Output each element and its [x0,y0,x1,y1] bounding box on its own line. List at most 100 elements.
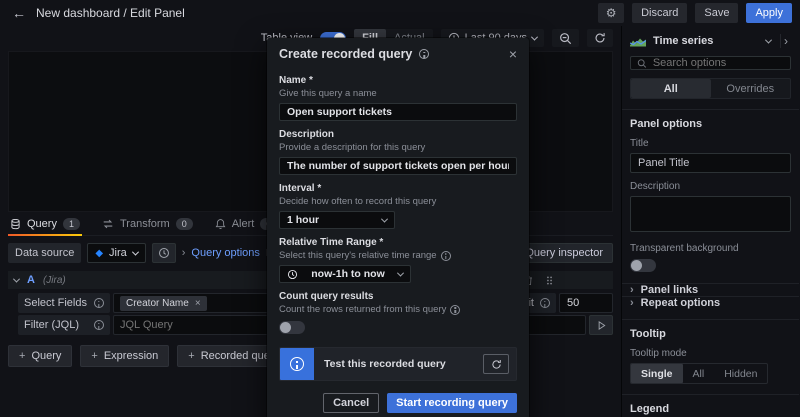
description-input[interactable] [279,157,517,175]
clock-icon [287,269,298,280]
plus-icon: + [91,350,97,362]
chevron-down-icon [765,36,772,43]
range-value: now-1h to now [304,268,392,280]
bell-icon [215,218,226,230]
settings-button[interactable]: ⚙ [598,3,624,23]
info-icon[interactable] [94,298,104,308]
viz-name: Time series [653,35,759,47]
header-actions: ⚙ Discard Save Apply [598,3,792,23]
add-expression-button[interactable]: + Expression [80,345,169,367]
name-input[interactable] [279,103,517,121]
query-history-button[interactable] [152,243,176,263]
datasource-value: Jira [109,247,127,259]
save-button[interactable]: Save [695,3,738,23]
test-refresh-button[interactable] [483,354,509,374]
tooltip-section: Tooltip Tooltip mode Single All Hidden [622,319,799,384]
info-icon[interactable] [94,320,104,330]
tab-query[interactable]: Query 1 [8,212,82,235]
apply-button[interactable]: Apply [746,3,792,23]
relative-time-range-field: Relative Time Range * Select this query'… [279,237,517,283]
legend-title[interactable]: Legend [630,403,791,415]
field-label-text: Filter (JQL) [24,319,79,331]
tab-label: Query [27,218,57,230]
panel-links-label: Panel links [641,284,698,296]
range-label: Relative Time Range * [279,237,517,248]
info-icon[interactable] [419,49,429,59]
repeat-options-section[interactable]: › Repeat options [622,296,799,309]
add-button-label: Expression [104,350,158,362]
transparent-background-label: Transparent background [630,243,791,254]
description-field: Description Provide a description for th… [279,129,517,175]
start-recording-query-button[interactable]: Start recording query [387,393,517,413]
tooltip-mode-label: Tooltip mode [630,348,791,359]
collapse-sidebar-button[interactable]: › [780,34,791,48]
transparent-background-toggle[interactable] [630,259,656,272]
info-icon[interactable] [441,251,451,261]
refresh-button[interactable] [587,29,613,47]
cancel-button[interactable]: Cancel [323,393,379,413]
tab-transform[interactable]: Transform 0 [100,212,195,235]
count-desc-text: Count the rows returned from this query [279,304,446,315]
info-icon[interactable] [540,298,550,308]
chevron-right-icon: › [630,297,634,309]
back-arrow-icon[interactable]: ← [8,3,30,23]
range-select[interactable]: now-1h to now [279,265,411,283]
toggle-knob [280,322,291,333]
panel-links-section[interactable]: › Panel links [622,283,799,296]
tooltip-mode-hidden[interactable]: Hidden [714,364,767,383]
remove-tag-icon[interactable]: × [195,298,201,309]
breadcrumb: New dashboard / Edit Panel [36,6,185,20]
tooltip-title[interactable]: Tooltip [630,328,791,340]
tooltip-mode-single[interactable]: Single [631,364,683,383]
collapse-chevron-icon[interactable] [13,275,20,282]
viz-picker-row[interactable]: Time series › [622,26,799,54]
limit-input[interactable] [559,293,613,313]
tab-overrides[interactable]: Overrides [711,79,791,98]
zoom-out-button[interactable] [552,29,579,47]
repeat-options-label: Repeat options [641,297,720,309]
name-desc: Give this query a name [279,88,517,99]
run-query-button[interactable] [589,315,613,335]
gear-icon: ⚙ [606,6,617,20]
chevron-down-icon [531,33,538,40]
query-options-link[interactable]: Query options [191,247,259,259]
range-desc-text: Select this query's relative time range [279,250,437,261]
filter-jql-label: Filter (JQL) [18,315,110,335]
count-label: Count query results [279,291,517,302]
drag-handle-icon[interactable] [544,275,555,286]
chevron-right-icon[interactable]: › [182,247,186,259]
info-icon[interactable] [450,305,460,315]
modal-header: Create recorded query × [267,38,529,65]
description-label: Description [279,129,517,140]
panel-title-input[interactable] [630,153,791,173]
search-options-input[interactable] [653,57,784,69]
field-tag: Creator Name × [120,296,207,311]
range-desc: Select this query's relative time range [279,250,517,261]
discard-button[interactable]: Discard [632,3,687,23]
title-label: Title [630,138,791,149]
panel-options-section: Panel options Title Description Transpar… [622,109,799,275]
history-clock-icon [158,247,170,259]
modal-footer: Cancel Start recording query [279,393,517,413]
count-results-toggle[interactable] [279,321,305,334]
add-query-button[interactable]: + Query [8,345,72,367]
zoom-out-icon [559,32,572,45]
interval-select[interactable]: 1 hour [279,211,395,229]
panel-description-textarea[interactable] [630,196,791,232]
plus-icon: + [188,350,194,362]
panel-options-title[interactable]: Panel options [630,118,791,130]
toggle-knob [631,260,642,271]
close-icon[interactable]: × [509,47,517,61]
field-label-text: Select Fields [24,297,87,309]
query-ref: A [27,274,35,286]
chevron-right-icon: › [630,284,634,296]
tab-all[interactable]: All [631,79,711,98]
play-icon [596,320,607,331]
transform-icon [102,218,114,230]
tab-label: Alert [232,218,255,230]
tooltip-mode-all[interactable]: All [683,364,715,383]
query-inspector-button[interactable]: Query inspector [515,243,613,263]
datasource-picker[interactable]: ◆ Jira [87,243,145,263]
refresh-icon [491,359,502,370]
datasource-label: Data source [8,243,81,263]
